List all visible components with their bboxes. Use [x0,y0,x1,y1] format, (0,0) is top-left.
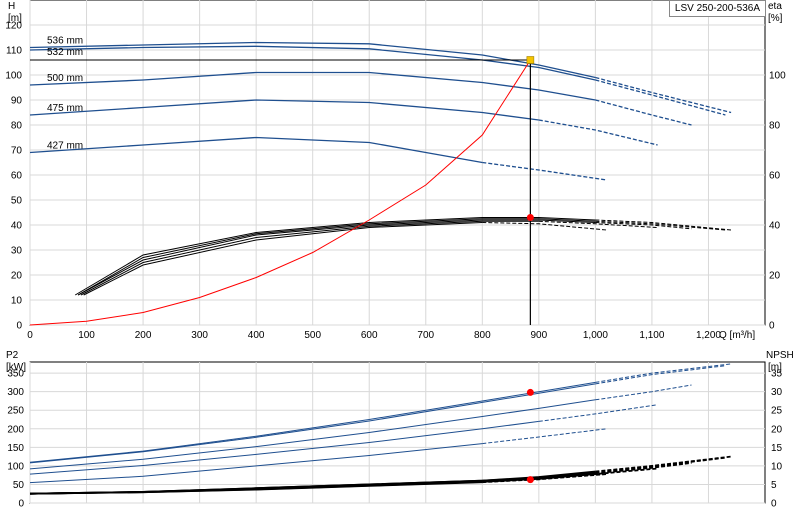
y-left-tick-9: 90 [11,96,23,107]
p2-tick-4: 200 [7,424,24,435]
npsh-axis-label: NPSH [766,350,794,361]
y-right-tick-1: 20 [769,271,781,282]
y-left-tick-7: 70 [11,146,23,157]
y-left-tick-8: 80 [11,121,23,132]
duty-eta-marker [526,214,534,221]
p2-axis-unit: [kW] [6,362,26,373]
y-left-unit: [m] [8,13,22,24]
x-tick-11: 1,100 [639,330,664,341]
y-right-unit: [%] [768,13,783,24]
y-left-tick-10: 100 [5,71,22,82]
x-axis-label: Q [m³/h] [719,330,755,341]
y-left-tick-0: 0 [16,321,22,332]
x-tick-10: 1,000 [583,330,608,341]
p2-tick-5: 250 [7,406,24,417]
p2-tick-6: 300 [7,387,24,398]
head-plot-area [29,0,766,326]
curve-label-4: 427 mm [47,141,83,152]
y-right-tick-2: 40 [769,221,781,232]
curve-label-2: 500 mm [47,73,83,84]
pump-curve-chart: 536 mm 532 mm 500 mm 475 mm 427 mm 0 100 200 300… [0,0,800,520]
power-plot-area [29,361,766,504]
y-right-tick-3: 60 [769,171,781,182]
y-right-tick-5: 100 [769,71,786,82]
x-tick-6: 600 [361,330,378,341]
x-tick-7: 700 [417,330,434,341]
p2-tick-1: 50 [13,480,25,491]
npsh-axis-unit: [m] [768,362,782,373]
curve-label-0: 536 mm [47,36,83,47]
y-left-label: H [8,1,15,12]
npsh-tick-6: 30 [771,387,783,398]
chart-svg: 536 mm532 mm500 mm475 mm427 mm0 100 200 300… [5,0,794,510]
x-tick-12: 1,200 [696,330,721,341]
npsh-tick-0: 0 [771,499,777,510]
x-tick-9: 900 [531,330,548,341]
x-tick-5: 500 [304,330,321,341]
x-tick-3: 300 [191,330,208,341]
p2-axis-label: P2 [6,350,19,361]
x-tick-2: 200 [135,330,152,341]
x-tick-8: 800 [474,330,491,341]
npsh-tick-5: 25 [771,406,783,417]
y-right-tick-0: 0 [769,321,775,332]
y-right-tick-4: 80 [769,121,781,132]
y-left-tick-4: 40 [11,221,23,232]
curve-label-1: 532 mm [47,47,83,58]
npsh-tick-4: 20 [771,424,783,435]
y-left-tick-6: 60 [11,171,23,182]
y-left-tick-3: 30 [11,246,23,257]
p2-tick-3: 150 [7,443,24,454]
y-left-tick-2: 20 [11,271,23,282]
curve-label-3: 475 mm [47,103,83,114]
npsh-tick-3: 15 [771,443,783,454]
y-left-tick-11: 110 [6,46,22,57]
x-tick-4: 400 [248,330,265,341]
model-label: LSV 250-200-536A [668,0,766,17]
duty-power-marker [526,388,534,396]
duty-head-marker [526,56,535,64]
p2-tick-0: 0 [18,499,24,510]
p2-tick-2: 100 [7,461,24,472]
x-tick-1: 100 [78,330,95,341]
y-right-label: eta [768,1,782,12]
npsh-tick-2: 10 [771,461,783,472]
duty-npsh-marker [526,476,534,484]
y-left-tick-1: 10 [11,296,23,307]
y-left-tick-5: 50 [11,196,23,207]
x-tick-0: 0 [27,330,33,341]
npsh-tick-1: 5 [771,480,777,491]
